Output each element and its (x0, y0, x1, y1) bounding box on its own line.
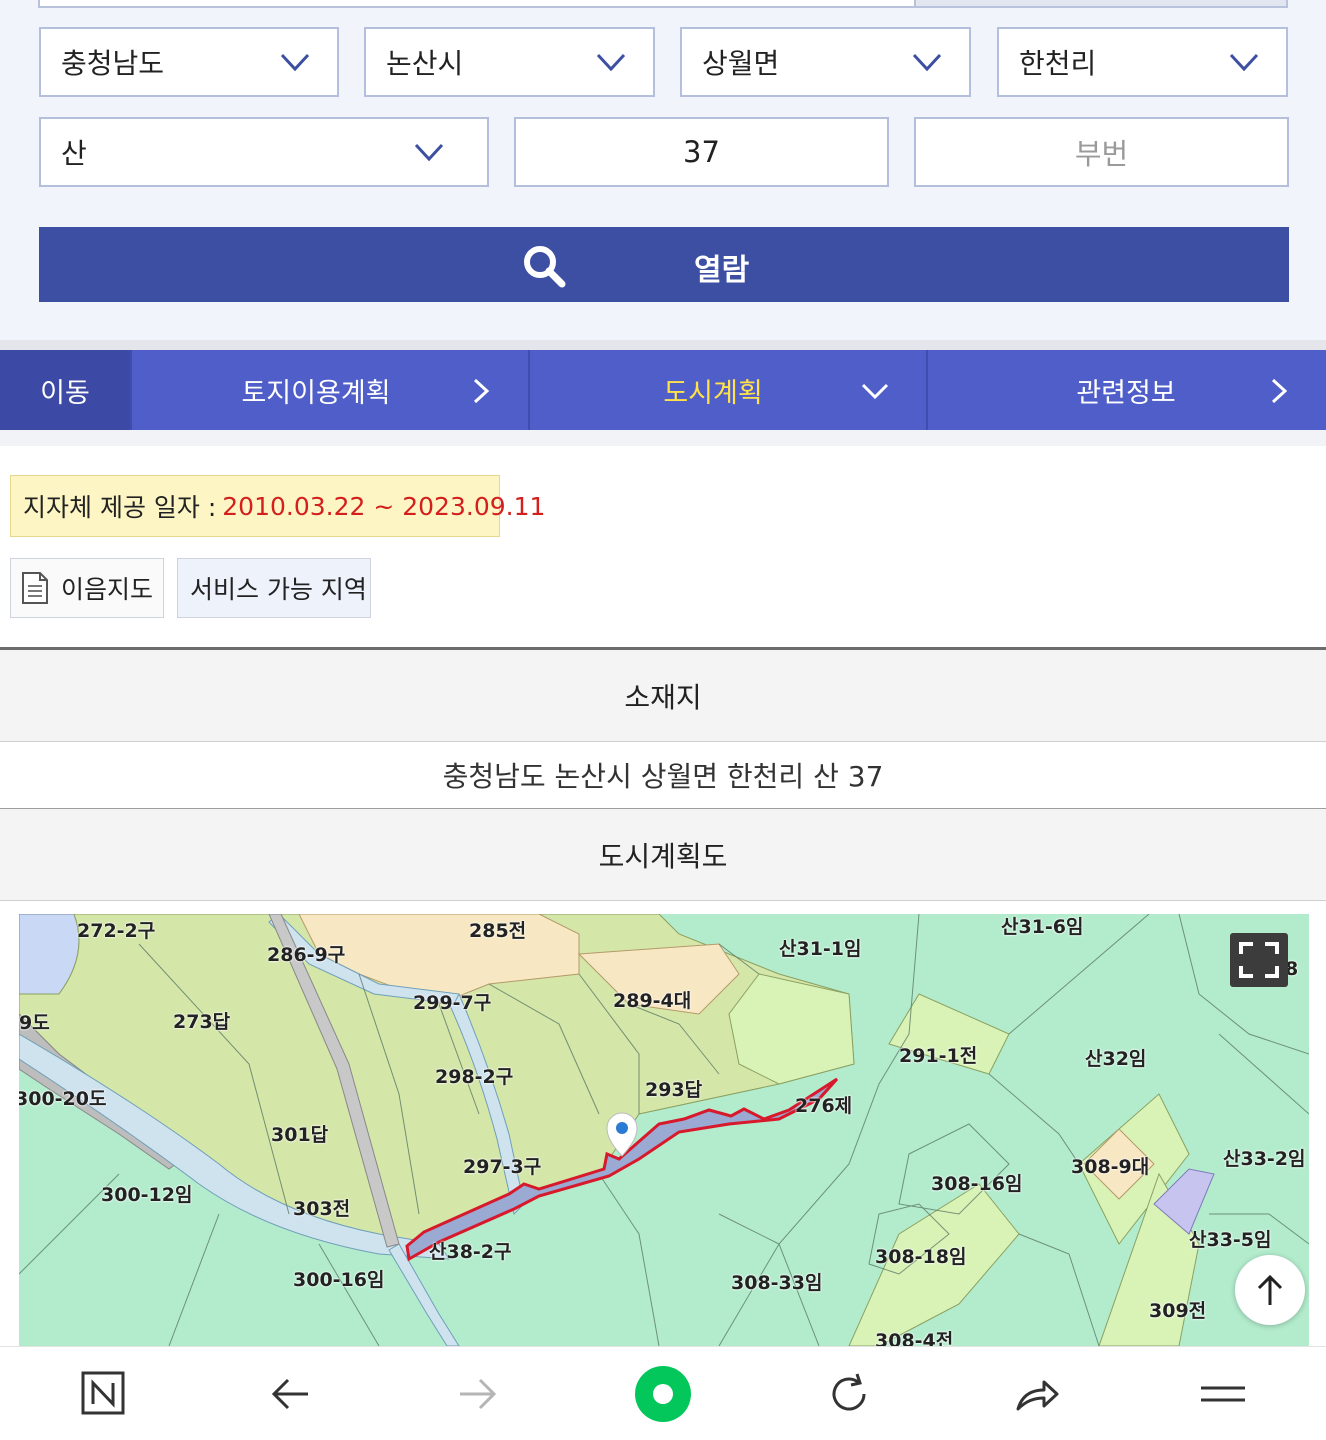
map-parcel-label: 291-1전 (899, 1045, 978, 1067)
province-select[interactable]: 충청남도 (39, 27, 339, 97)
tab-gap (0, 430, 1326, 446)
scroll-top-button[interactable] (1235, 1255, 1305, 1325)
map-parcel-label: 산38-2구 (429, 1241, 512, 1263)
tab-land-use-plan[interactable]: 토지이용계획 (132, 350, 530, 430)
map-parcel-label: 9도 (19, 1012, 50, 1034)
document-icon (22, 572, 48, 604)
map-parcel-label: 308-9대 (1071, 1156, 1150, 1178)
naver-home-icon[interactable] (79, 1369, 129, 1419)
map-canvas[interactable] (19, 914, 1309, 1346)
section-divider (0, 340, 1326, 350)
map-parcel-label: 308-18임 (875, 1246, 967, 1268)
map-parcel-label: 301답 (271, 1124, 329, 1146)
map-parcel-label: 산33-5임 (1189, 1229, 1272, 1251)
map-parcel-label: 286-9구 (267, 944, 346, 966)
eum-map-button[interactable]: 이음지도 (10, 558, 164, 618)
address-search-button[interactable] (914, 0, 1286, 6)
menu-icon[interactable] (1198, 1369, 1248, 1419)
map-parcel-label: 272-2구 (77, 920, 156, 942)
map-parcel-label: 298-2구 (435, 1066, 514, 1088)
view-button-label: 열람 (694, 253, 750, 288)
view-button[interactable]: 열람 (39, 227, 1289, 302)
tab-label: 관련정보 (1076, 377, 1176, 409)
chevron-right-icon (1271, 378, 1288, 404)
browser-bottom-bar (0, 1346, 1326, 1440)
address-input-strip[interactable] (38, 0, 1288, 8)
tab-move-label: 이동 (40, 377, 90, 409)
share-icon[interactable] (1012, 1369, 1062, 1419)
arrow-up-icon (1257, 1274, 1283, 1305)
main-number-value: 37 (683, 135, 720, 169)
tab-move[interactable]: 이동 (0, 350, 132, 430)
map-parcel-label: 285전 (469, 920, 527, 942)
urban-plan-map-label: 도시계획도 (598, 839, 728, 873)
provision-date-label: 지자체 제공 일자 : (23, 493, 217, 522)
eum-map-label: 이음지도 (61, 575, 154, 604)
map-parcel-label: 300-16임 (293, 1269, 385, 1291)
chevron-right-icon (473, 378, 490, 404)
land-type-select[interactable]: 산 (39, 117, 489, 187)
town-select[interactable]: 상월면 (680, 27, 971, 97)
land-type-value: 산 (61, 137, 87, 170)
back-arrow-icon[interactable] (266, 1369, 316, 1419)
urban-plan-map-header: 도시계획도 (0, 809, 1326, 901)
tab-urban-plan[interactable]: 도시계획 (530, 350, 928, 430)
map-parcel-label: 산32임 (1085, 1048, 1147, 1070)
chevron-down-icon (912, 53, 942, 72)
town-value: 상월면 (702, 47, 780, 80)
village-value: 한천리 (1019, 47, 1097, 80)
search-panel: 충청남도 논산시 상월면 한천리 산 37 부번 열람 (0, 0, 1326, 340)
search-icon (524, 246, 566, 288)
village-select[interactable]: 한천리 (997, 27, 1288, 97)
map-parcel-label: 산33-2임 (1223, 1148, 1306, 1170)
tab-related-info[interactable]: 관련정보 (928, 350, 1324, 430)
expand-icon[interactable] (1229, 932, 1289, 988)
chevron-down-icon (280, 53, 310, 72)
main-number-input[interactable]: 37 (514, 117, 889, 187)
map-parcel-label: 300-20도 (19, 1088, 107, 1110)
map-parcel-label: 297-3구 (463, 1156, 542, 1178)
location-value-row: 충청남도 논산시 상월면 한천리 산 37 (0, 742, 1326, 809)
provision-date-range: 2010.03.22 ~ 2023.09.11 (222, 491, 546, 521)
service-area-button[interactable]: 서비스 가능 지역 (177, 558, 371, 618)
map-parcel-label: 293답 (645, 1079, 703, 1101)
map-parcel-label: 308-4전 (875, 1330, 954, 1346)
map-parcel-label: 289-4대 (613, 990, 692, 1012)
service-area-label: 서비스 가능 지역 (190, 575, 367, 604)
map-parcel-label: 276제 (795, 1095, 853, 1117)
chevron-down-icon (1229, 53, 1259, 72)
map-parcel-label: 300-12임 (101, 1184, 193, 1206)
map-parcel-label: 308-16임 (931, 1173, 1023, 1195)
map-parcel-label: 산31-1임 (779, 938, 862, 960)
map-parcel-label: 299-7구 (413, 992, 492, 1014)
chevron-down-icon (596, 53, 626, 72)
city-value: 논산시 (386, 47, 464, 80)
tab-label: 도시계획 (663, 377, 763, 409)
location-value: 충청남도 논산시 상월면 한천리 산 37 (442, 760, 884, 793)
urban-plan-map[interactable]: 272-2구 285전 286-9구 산31-1임 산31-6임 299-7구 289-4대… (19, 914, 1309, 1346)
map-parcel-label: 273답 (173, 1011, 231, 1033)
location-header-label: 소재지 (624, 680, 702, 714)
forward-arrow-icon[interactable] (452, 1369, 502, 1419)
refresh-icon[interactable] (824, 1369, 874, 1419)
map-parcel-label: 산31-6임 (1001, 916, 1084, 938)
sub-number-input[interactable]: 부번 (914, 117, 1289, 187)
tab-label: 토지이용계획 (241, 377, 391, 409)
chevron-down-icon (414, 143, 444, 162)
map-parcel-label: 308-33임 (731, 1272, 823, 1294)
location-header: 소재지 (0, 650, 1326, 742)
map-parcel-label: 309전 (1149, 1300, 1207, 1322)
chevron-down-icon (861, 383, 889, 400)
sub-number-placeholder: 부번 (1074, 137, 1129, 171)
city-select[interactable]: 논산시 (364, 27, 655, 97)
tab-bar: 이동 토지이용계획 도시계획 관련정보 (0, 350, 1326, 430)
provision-date-notice: 지자체 제공 일자 : 2010.03.22 ~ 2023.09.11 (10, 475, 545, 537)
green-dot-home-icon[interactable] (634, 1365, 692, 1423)
province-value: 충청남도 (61, 47, 165, 80)
map-parcel-label: 303전 (293, 1198, 351, 1220)
